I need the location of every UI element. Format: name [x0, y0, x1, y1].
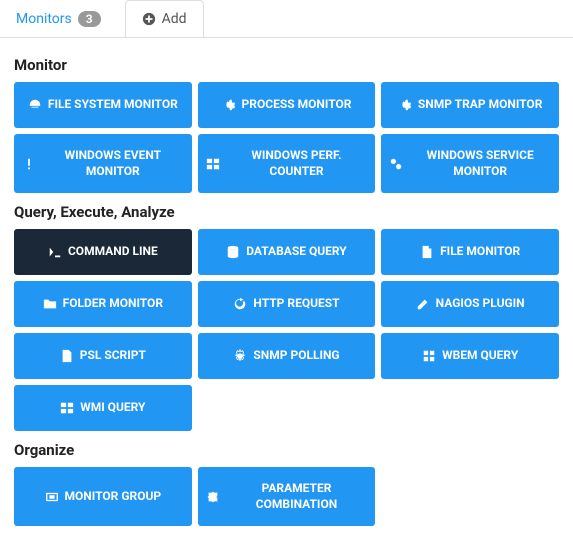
- windows-icon: [60, 401, 74, 415]
- tile-parameter-combination[interactable]: PARAMETER COMBINATION: [198, 467, 376, 526]
- tile-label: WINDOWS EVENT MONITOR: [42, 148, 184, 179]
- tab-bar: Monitors 3 Add: [0, 0, 573, 38]
- gears-icon: [389, 157, 403, 171]
- tile-label: FILE SYSTEM MONITOR: [48, 97, 178, 113]
- file-icon: [60, 349, 74, 363]
- tile-wmi-query[interactable]: WMI QUERY: [14, 385, 192, 431]
- tile-label: COMMAND LINE: [68, 244, 158, 260]
- pencil-icon: [416, 297, 430, 311]
- monitors-count-badge: 3: [78, 11, 101, 27]
- puzzle-icon: [206, 490, 220, 504]
- tile-nagios-plugin[interactable]: NAGIOS PLUGIN: [381, 281, 559, 327]
- tile-label: SNMP POLLING: [253, 348, 339, 364]
- windows-icon: [206, 157, 220, 171]
- tile-label: MONITOR GROUP: [65, 489, 162, 505]
- tile-windows-service-monitor[interactable]: WINDOWS SERVICE MONITOR: [381, 134, 559, 193]
- organize-grid: MONITOR GROUP PARAMETER COMBINATION: [14, 467, 559, 526]
- group-icon: [45, 490, 59, 504]
- tile-process-monitor[interactable]: PROCESS MONITOR: [198, 82, 376, 128]
- gear-icon: [233, 349, 247, 363]
- tile-monitor-group[interactable]: MONITOR GROUP: [14, 467, 192, 526]
- tile-file-monitor[interactable]: FILE MONITOR: [381, 229, 559, 275]
- tile-label: PARAMETER COMBINATION: [226, 481, 368, 512]
- tile-snmp-polling[interactable]: SNMP POLLING: [198, 333, 376, 379]
- tab-monitors-label: Monitors: [16, 11, 72, 27]
- content: Monitor FILE SYSTEM MONITOR PROCESS MONI…: [0, 38, 573, 534]
- tile-snmp-trap-monitor[interactable]: SNMP TRAP MONITOR: [381, 82, 559, 128]
- gear-icon: [222, 98, 236, 112]
- terminal-icon: [48, 245, 62, 259]
- tile-label: WINDOWS PERF. COUNTER: [226, 148, 368, 179]
- tile-label: SNMP TRAP MONITOR: [418, 97, 543, 113]
- tile-windows-event-monitor[interactable]: WINDOWS EVENT MONITOR: [14, 134, 192, 193]
- dashboard-icon: [28, 98, 42, 112]
- tile-file-system-monitor[interactable]: FILE SYSTEM MONITOR: [14, 82, 192, 128]
- section-title-query: Query, Execute, Analyze: [14, 203, 559, 221]
- tile-label: FILE MONITOR: [440, 244, 520, 260]
- tile-label: PROCESS MONITOR: [242, 97, 352, 113]
- tile-label: NAGIOS PLUGIN: [436, 296, 525, 312]
- tab-add[interactable]: Add: [125, 0, 204, 37]
- query-grid: COMMAND LINE DATABASE QUERY FILE MONITOR…: [14, 229, 559, 431]
- database-icon: [226, 245, 240, 259]
- tile-windows-perf-counter[interactable]: WINDOWS PERF. COUNTER: [198, 134, 376, 193]
- file-icon: [420, 245, 434, 259]
- tile-label: WMI QUERY: [80, 400, 145, 416]
- folder-icon: [43, 297, 57, 311]
- tile-folder-monitor[interactable]: FOLDER MONITOR: [14, 281, 192, 327]
- tile-label: WBEM QUERY: [442, 348, 518, 364]
- plus-circle-icon: [142, 12, 156, 26]
- tile-wbem-query[interactable]: WBEM QUERY: [381, 333, 559, 379]
- tab-monitors[interactable]: Monitors 3: [0, 0, 117, 37]
- tile-database-query[interactable]: DATABASE QUERY: [198, 229, 376, 275]
- grid-icon: [422, 349, 436, 363]
- exclamation-icon: [22, 157, 36, 171]
- tile-command-line[interactable]: COMMAND LINE: [14, 229, 192, 275]
- tile-http-request[interactable]: HTTP REQUEST: [198, 281, 376, 327]
- section-title-organize: Organize: [14, 441, 559, 459]
- tile-label: PSL SCRIPT: [80, 348, 146, 364]
- gear-icon: [398, 98, 412, 112]
- tile-label: WINDOWS SERVICE MONITOR: [409, 148, 551, 179]
- section-title-monitor: Monitor: [14, 56, 559, 74]
- tile-label: HTTP REQUEST: [253, 296, 339, 312]
- tile-label: FOLDER MONITOR: [63, 296, 163, 312]
- refresh-icon: [233, 297, 247, 311]
- monitor-grid: FILE SYSTEM MONITOR PROCESS MONITOR SNMP…: [14, 82, 559, 193]
- tile-label: DATABASE QUERY: [246, 244, 347, 260]
- tile-psl-script[interactable]: PSL SCRIPT: [14, 333, 192, 379]
- tab-add-label: Add: [162, 11, 187, 27]
